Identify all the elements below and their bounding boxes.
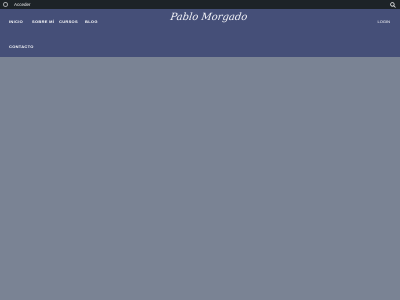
nav-item-contacto[interactable]: CONTACTO (9, 44, 34, 49)
search-icon[interactable] (390, 2, 396, 8)
login-link[interactable]: LOGIN (378, 19, 390, 24)
nav-item-blog[interactable]: BLOG (85, 19, 98, 24)
main-content (0, 57, 400, 300)
nav-item-cursos[interactable]: CURSOS (59, 19, 78, 24)
site-logo[interactable]: Pablo Morgado (169, 12, 248, 28)
wordpress-icon[interactable] (3, 2, 8, 7)
nav-item-inicio[interactable]: INICIO (9, 19, 23, 24)
site-header: INICIO SOBRE MÍ CURSOS BLOG CONTACTO Pab… (0, 9, 400, 57)
admin-bar: Acceder (0, 0, 400, 9)
nav-item-sobre-mi[interactable]: SOBRE MÍ (32, 19, 54, 24)
admin-login-link[interactable]: Acceder (14, 0, 31, 9)
